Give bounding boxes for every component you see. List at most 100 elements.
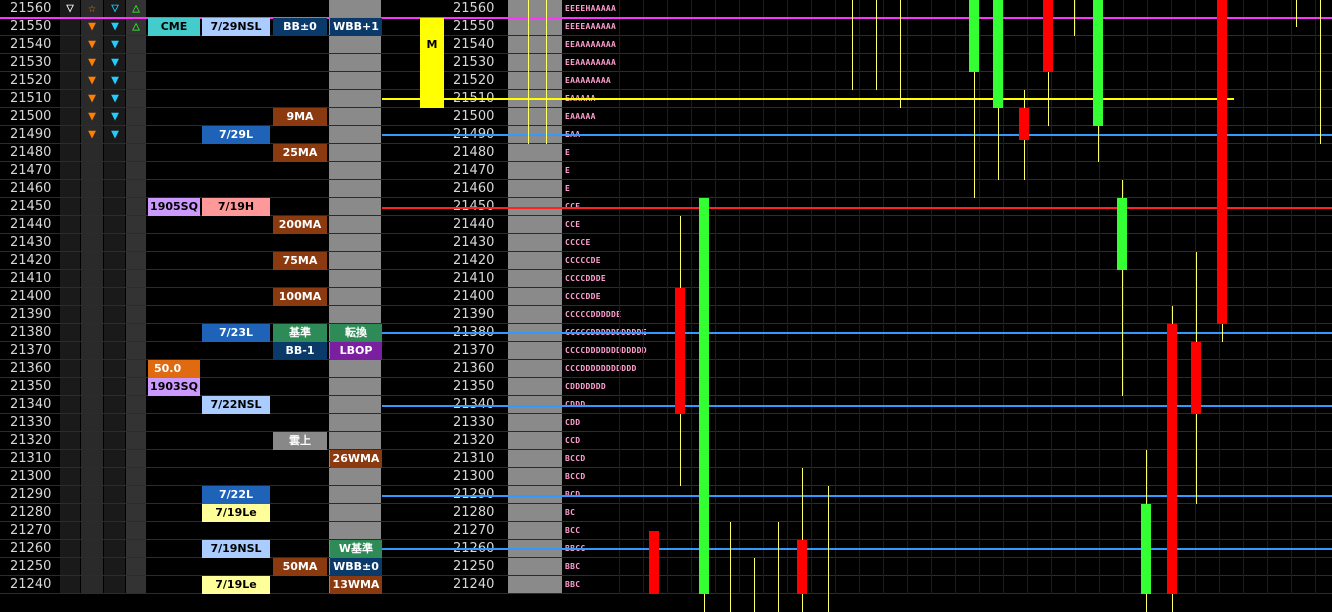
grid-line: [667, 0, 668, 594]
price-label-left: 21370: [10, 343, 52, 358]
price-label-left: 21500: [10, 109, 52, 124]
down-triangle-orange-icon[interactable]: ▼: [82, 18, 102, 36]
down-triangle-orange-icon[interactable]: ▼: [82, 108, 102, 126]
label-13wma[interactable]: 13WMA: [330, 576, 382, 594]
tpo-letters: BCCD: [565, 454, 586, 463]
candle-body: [675, 288, 685, 414]
price-label-right: 21470: [453, 163, 495, 178]
down-triangle-orange-icon[interactable]: ▼: [82, 72, 102, 90]
down-triangle-orange-icon[interactable]: ▼: [82, 54, 102, 72]
up-triangle-outline-icon[interactable]: △: [126, 18, 146, 36]
price-label-left: 21440: [10, 217, 52, 232]
label-1905sq[interactable]: 1905SQ: [148, 198, 200, 216]
label-bb0[interactable]: BB±0: [273, 18, 327, 36]
tpo-letters: E: [565, 148, 571, 157]
grid-line: [883, 0, 884, 594]
label-722l[interactable]: 7/22L: [202, 486, 270, 504]
tpo-letters: CCCCDDDE: [565, 274, 606, 283]
down-triangle-icon[interactable]: ▽: [105, 0, 125, 18]
down-triangle-cyan-icon[interactable]: ▼: [105, 72, 125, 90]
grid-line: [1291, 0, 1292, 594]
label-kumo[interactable]: 雲上: [273, 432, 327, 450]
label-kijun[interactable]: 基準: [273, 324, 327, 342]
tpo-letters: BCCD: [565, 472, 586, 481]
down-triangle-cyan-icon[interactable]: ▼: [105, 54, 125, 72]
candle-wick: [778, 522, 779, 612]
down-triangle-orange-icon[interactable]: ▼: [82, 90, 102, 108]
tpo-letters: CCCCCDE: [565, 256, 601, 265]
label-722nsl[interactable]: 7/22NSL: [202, 396, 270, 414]
level-line: [382, 405, 1332, 407]
down-triangle-cyan-icon[interactable]: ▼: [105, 126, 125, 144]
up-triangle-outline-icon[interactable]: △: [126, 0, 146, 18]
down-triangle-outline-icon[interactable]: ▽: [60, 0, 80, 18]
price-label-right: 21430: [453, 235, 495, 250]
label-26wma[interactable]: 26WMA: [330, 450, 382, 468]
label-719nsl[interactable]: 7/19NSL: [202, 540, 270, 558]
price-label-left: 21240: [10, 577, 52, 592]
label-729l[interactable]: 7/29L: [202, 126, 270, 144]
label-wbb1[interactable]: WBB+1: [330, 18, 382, 36]
price-label-right: 21270: [453, 523, 495, 538]
price-label-left: 21360: [10, 361, 52, 376]
tpo-letters: BBC: [565, 580, 581, 589]
candle-body: [1167, 324, 1177, 594]
price-label-right: 21410: [453, 271, 495, 286]
price-label-left: 21530: [10, 55, 52, 70]
label-9ma[interactable]: 9MA: [273, 108, 327, 126]
level-line: [382, 495, 1332, 497]
label-tenkan[interactable]: 転換: [330, 324, 382, 342]
down-triangle-cyan-icon[interactable]: ▼: [105, 90, 125, 108]
candle-body: [649, 531, 659, 594]
label-wbb0[interactable]: WBB±0: [330, 558, 382, 576]
label-25ma[interactable]: 25MA: [273, 144, 327, 162]
price-label-left: 21560: [10, 1, 52, 16]
price-label-left: 21330: [10, 415, 52, 430]
price-label-left: 21430: [10, 235, 52, 250]
price-label-left: 21480: [10, 145, 52, 160]
grid-line: [1267, 0, 1268, 594]
price-label-left: 21520: [10, 73, 52, 88]
down-triangle-orange-icon[interactable]: ▼: [82, 126, 102, 144]
candle-wick: [876, 0, 877, 90]
down-triangle-cyan-icon[interactable]: ▼: [105, 18, 125, 36]
price-label-left: 21350: [10, 379, 52, 394]
grid-line: [955, 0, 956, 594]
label-bbm1[interactable]: BB-1: [273, 342, 327, 360]
label-1903sq[interactable]: 1903SQ: [148, 378, 200, 396]
price-label-left: 21550: [10, 19, 52, 34]
price-label-right: 21280: [453, 505, 495, 520]
tpo-letters: EAAAAA: [565, 112, 596, 121]
label-729nsl[interactable]: 7/29NSL: [202, 18, 270, 36]
price-label-left: 21470: [10, 163, 52, 178]
price-label-right: 21250: [453, 559, 495, 574]
price-label-right: 21520: [453, 73, 495, 88]
candle-body: [1191, 342, 1201, 414]
candle-body: [1093, 0, 1103, 126]
candle-wick: [1074, 0, 1075, 36]
down-triangle-cyan-icon[interactable]: ▼: [105, 36, 125, 54]
label-719le[interactable]: 7/19Le: [202, 504, 270, 522]
down-triangle-cyan-icon[interactable]: ▼: [105, 108, 125, 126]
candle-body: [797, 540, 807, 594]
label-50ma[interactable]: 50MA: [273, 558, 327, 576]
label-100ma[interactable]: 100MA: [273, 288, 327, 306]
star-icon[interactable]: ☆: [82, 0, 102, 18]
candle-wick: [1320, 0, 1321, 144]
label-723l[interactable]: 7/23L: [202, 324, 270, 342]
label-wkijun[interactable]: W基準: [330, 540, 382, 558]
grid-line: [1315, 0, 1316, 594]
label-75ma[interactable]: 75MA: [273, 252, 327, 270]
down-triangle-orange-icon[interactable]: ▼: [82, 36, 102, 54]
label-lbop[interactable]: LBOP: [330, 342, 382, 360]
row-separator: [0, 503, 1332, 504]
price-label-left: 21490: [10, 127, 52, 142]
label-719le-2[interactable]: 7/19Le: [202, 576, 270, 594]
label-50[interactable]: 50.0: [148, 360, 200, 378]
label-719h[interactable]: 7/19H: [202, 198, 270, 216]
row-separator: [0, 71, 1332, 72]
price-label-left: 21310: [10, 451, 52, 466]
label-m[interactable]: M: [420, 36, 444, 54]
cme-label[interactable]: CME: [148, 18, 200, 36]
label-200ma[interactable]: 200MA: [273, 216, 327, 234]
